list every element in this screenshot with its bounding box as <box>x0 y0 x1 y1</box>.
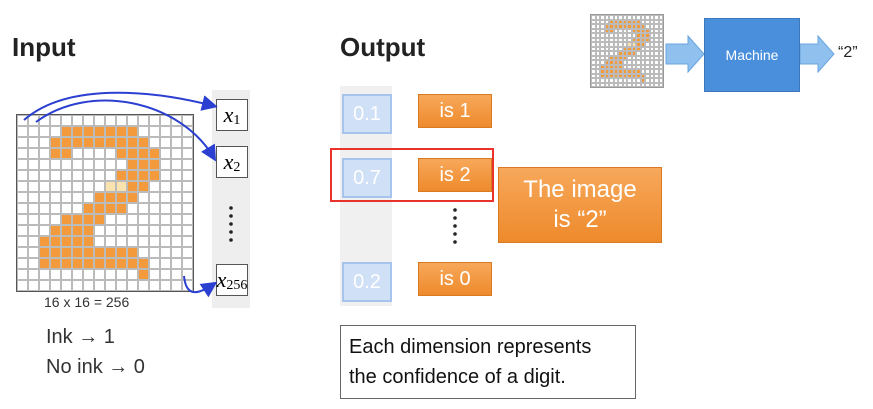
arrow-cell1-to-x1 <box>23 91 218 121</box>
machine-box: Machine <box>704 18 800 92</box>
result-callout: The image is “2” <box>498 167 662 243</box>
result-line-1: The image <box>523 176 637 203</box>
explanation-line-1: Each dimension represents <box>349 336 592 358</box>
highlight-box <box>330 148 494 202</box>
arrow-from-machine <box>799 34 835 74</box>
output-label-ellipsis <box>453 208 457 244</box>
ink-rule: Ink → 1 <box>46 326 115 348</box>
arrow-to-machine <box>665 34 705 74</box>
machine-label: Machine <box>725 47 779 63</box>
result-line-2: is “2” <box>553 206 607 233</box>
explanation-line-2: the confidence of a digit. <box>349 366 566 388</box>
output-label-1: is 1 <box>418 94 492 128</box>
input-ellipsis <box>229 206 233 242</box>
arrow-cell2-to-x2 <box>35 99 217 162</box>
output-label-3: is 0 <box>418 262 492 296</box>
digit-thumbnail <box>590 14 664 88</box>
output-value-3: 0.2 <box>342 262 392 302</box>
grid-cell <box>658 82 663 87</box>
arrow-last-to-x256 <box>183 275 218 298</box>
output-value-1: 0.1 <box>342 94 392 134</box>
no-ink-rule: No ink → 0 <box>46 356 145 378</box>
explanation-box: Each dimension represents the confidence… <box>340 325 636 399</box>
machine-output: “2” <box>838 44 858 61</box>
